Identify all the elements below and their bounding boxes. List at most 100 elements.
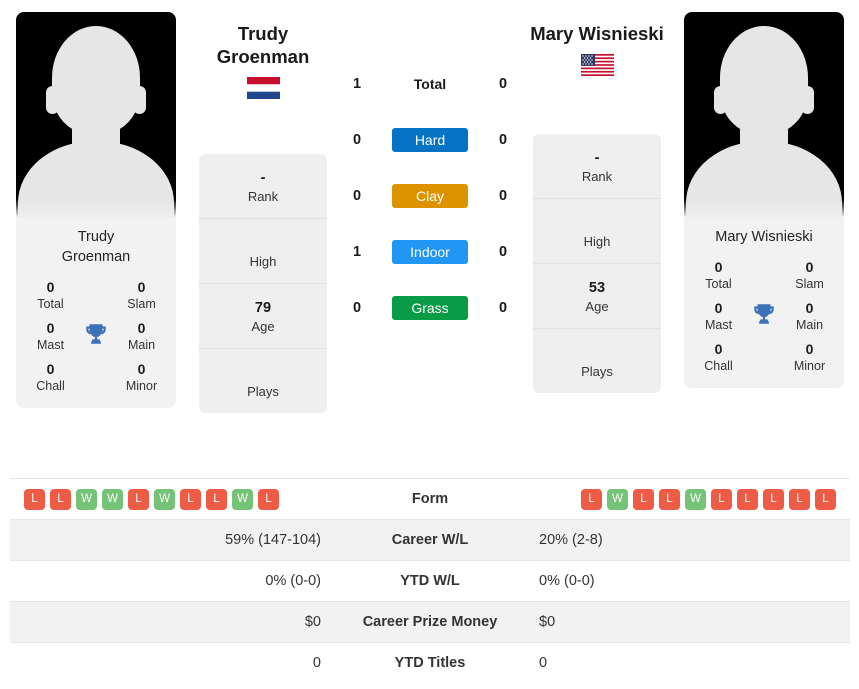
titles-slam-label-right: Slam bbox=[795, 277, 824, 291]
titles-minor-right: 0 Minor bbox=[781, 337, 838, 378]
titles-minor-value-left: 0 bbox=[137, 361, 146, 377]
usa-flag-icon bbox=[580, 54, 614, 76]
surface-row-clay: 0 Clay 0 bbox=[340, 168, 520, 224]
surface-grass-right-value: 0 bbox=[498, 300, 508, 316]
info-plays-label-left: Plays bbox=[247, 384, 279, 399]
avatar-ear-right bbox=[133, 86, 146, 114]
surface-hard-left-value: 0 bbox=[352, 132, 362, 148]
card-name-line1-right: Mary Wisnieski bbox=[715, 229, 813, 245]
career-prize-money-left: $0 bbox=[10, 601, 335, 643]
titles-total-label-right: Total bbox=[705, 277, 732, 291]
player-card-left[interactable]: Trudy Groenman 0 Total 0 Slam 0 Mast 0 M… bbox=[16, 12, 176, 408]
info-panel-left: - Rank High 79 Age Plays bbox=[199, 154, 327, 413]
info-rank-value-left: - bbox=[260, 170, 266, 186]
player-photo-right bbox=[684, 12, 844, 217]
career-wl-right: 20% (2-8) bbox=[525, 519, 850, 561]
info-row-rank-left: - Rank bbox=[199, 154, 327, 219]
titles-main-right: 0 Main bbox=[781, 296, 838, 337]
surface-indoor-right-value: 0 bbox=[498, 244, 508, 260]
player-name-left-line1: Trudy bbox=[237, 23, 289, 44]
titles-slam-right: 0 Slam bbox=[781, 255, 838, 296]
career-wl-left: 59% (147-104) bbox=[10, 519, 335, 561]
titles-total-value-left: 0 bbox=[46, 279, 55, 295]
info-age-label-left: Age bbox=[251, 319, 275, 334]
form-badge-win: W bbox=[154, 488, 175, 510]
info-row-plays-right: Plays bbox=[533, 329, 661, 393]
titles-spacer-top-left bbox=[79, 293, 113, 299]
info-high-value-left bbox=[203, 233, 323, 253]
info-row-plays-left: Plays bbox=[199, 349, 327, 413]
info-age-label-right: Age bbox=[585, 299, 609, 314]
table-row-career-wl: 59% (147-104) Career W/L 20% (2-8) bbox=[10, 519, 850, 561]
info-high-label-left: High bbox=[249, 254, 277, 269]
titles-slam-value-right: 0 bbox=[805, 259, 814, 275]
row-label-ytd-wl: YTD W/L bbox=[335, 560, 525, 602]
titles-chall-label-left: Chall bbox=[36, 379, 65, 393]
info-panel-right: - Rank High 53 Age Plays bbox=[533, 134, 661, 393]
titles-spacer-bottom-left bbox=[79, 375, 113, 381]
row-label-form: Form bbox=[335, 478, 525, 520]
surface-hard-right-value: 0 bbox=[498, 132, 508, 148]
titles-mast-label-right: Mast bbox=[704, 318, 733, 332]
player-card-right[interactable]: Mary Wisnieski 0 Total 0 Slam 0 Mast 0 M… bbox=[684, 12, 844, 388]
info-plays-value-left bbox=[203, 363, 323, 383]
card-name-line1-left: Trudy bbox=[77, 229, 115, 245]
info-plays-label-right: Plays bbox=[581, 364, 613, 379]
form-strip-left: LLWWLWLLWL bbox=[24, 488, 279, 510]
player-heading-right: Mary Wisnieski bbox=[492, 22, 702, 76]
info-row-high-left: High bbox=[199, 219, 327, 284]
surface-clay-right-value: 0 bbox=[498, 188, 508, 204]
form-badge-loss: L bbox=[258, 488, 279, 510]
form-badge-loss: L bbox=[763, 488, 784, 510]
row-label-career-wl: Career W/L bbox=[335, 519, 525, 561]
ytd-wl-left: 0% (0-0) bbox=[10, 560, 335, 602]
titles-main-left: 0 Main bbox=[113, 316, 170, 357]
titles-main-label-left: Main bbox=[127, 338, 156, 352]
titles-minor-label-right: Minor bbox=[793, 359, 826, 373]
titles-total-right: 0 Total bbox=[690, 255, 747, 296]
form-badge-loss: L bbox=[128, 488, 149, 510]
titles-mast-value-right: 0 bbox=[714, 300, 723, 316]
player-name-right: Mary Wisnieski bbox=[530, 23, 664, 44]
form-badge-loss: L bbox=[711, 488, 732, 510]
titles-chall-value-right: 0 bbox=[714, 341, 723, 357]
form-badge-loss: L bbox=[659, 488, 680, 510]
form-badge-win: W bbox=[232, 488, 253, 510]
titles-chall-label-right: Chall bbox=[704, 359, 733, 373]
card-name-line2-left: Groenman bbox=[61, 249, 131, 265]
surface-row-grass: 0 Grass 0 bbox=[340, 280, 520, 336]
titles-slam-label-left: Slam bbox=[127, 297, 156, 311]
titles-mast-label-left: Mast bbox=[36, 338, 65, 352]
form-badge-loss: L bbox=[24, 488, 45, 510]
form-strip-right: LWLLWLLLLL bbox=[581, 488, 836, 510]
titles-minor-left: 0 Minor bbox=[113, 357, 170, 398]
table-row-ytd-titles: 0 YTD Titles 0 bbox=[10, 642, 850, 684]
info-high-label-right: High bbox=[583, 234, 611, 249]
form-badge-loss: L bbox=[206, 488, 227, 510]
surface-badge-hard: Hard bbox=[392, 128, 468, 152]
titles-slam-left: 0 Slam bbox=[113, 275, 170, 316]
surface-titles-column: 1 Total 0 0 Hard 0 0 Clay 0 1 Indoor 0 0… bbox=[340, 56, 520, 336]
player-photo-left bbox=[16, 12, 176, 217]
player-name-left: Trudy Groenman bbox=[158, 22, 368, 68]
form-badge-win: W bbox=[607, 488, 628, 510]
info-age-value-left: 79 bbox=[254, 300, 272, 316]
ytd-wl-right: 0% (0-0) bbox=[525, 560, 850, 602]
surface-grass-left-value: 0 bbox=[352, 300, 362, 316]
career-prize-money-right: $0 bbox=[525, 601, 850, 643]
surface-row-total: 1 Total 0 bbox=[340, 56, 520, 112]
photo-fade bbox=[16, 199, 176, 217]
titles-chall-right: 0 Chall bbox=[690, 337, 747, 378]
surface-badge-indoor: Indoor bbox=[392, 240, 468, 264]
surface-badge-clay: Clay bbox=[392, 184, 468, 208]
info-rank-label-right: Rank bbox=[581, 169, 613, 184]
form-badge-win: W bbox=[102, 488, 123, 510]
form-cell-right: LWLLWLLLLL bbox=[525, 478, 850, 520]
surface-total-left-value: 1 bbox=[352, 76, 362, 92]
avatar-ear-left bbox=[714, 86, 727, 114]
info-row-age-right: 53 Age bbox=[533, 264, 661, 329]
info-age-value-right: 53 bbox=[588, 280, 606, 296]
avatar-ear-right bbox=[801, 86, 814, 114]
titles-total-value-right: 0 bbox=[714, 259, 723, 275]
form-badge-loss: L bbox=[815, 488, 836, 510]
